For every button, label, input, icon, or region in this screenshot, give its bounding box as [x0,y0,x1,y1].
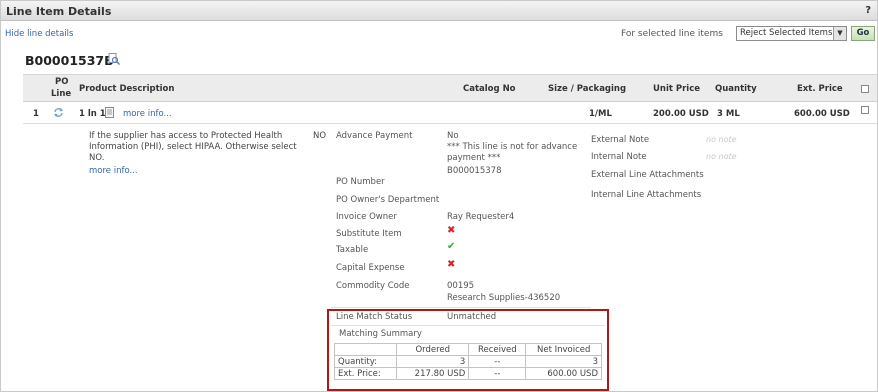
row-ext-price: 600.00 USD [794,109,850,119]
header-ext-price: Ext. Price [797,84,843,94]
po-number-label: PO Number [336,177,385,187]
header-catalog-no: Catalog No [463,84,516,94]
matching-summary-highlight [327,309,609,391]
advance-payment-note: *** This line is not for advance payment… [447,142,578,163]
commodity-code-description: Research Supplies-436520 [447,293,561,303]
table-row: 1 1 ln 1 more info... 1/ML 200.00 USD 3 … [23,104,877,124]
select-all-checkbox[interactable] [861,85,869,93]
substitute-item-cross-icon: ✖ [447,225,456,236]
internal-line-attachments-label[interactable]: Internal Line Attachments [591,190,701,200]
header-unit-price: Unit Price [653,84,701,94]
chevron-down-icon[interactable]: ▼ [833,27,846,40]
row-quantity: 3 ML [717,109,740,119]
capital-expense-label: Capital Expense [336,263,405,273]
header-quantity: Quantity [715,84,757,94]
line-number: 1 ln 1 [79,109,106,119]
panel-titlebar: Line Item Details ? [1,1,877,21]
refresh-icon[interactable] [53,107,64,121]
advance-payment-value: No [447,131,459,141]
line-item-details-panel: Line Item Details ? Hide line details Fo… [0,0,878,392]
more-info-link[interactable]: more info... [123,109,172,119]
panel-title: Line Item Details [6,5,112,18]
taxable-label: Taxable [336,245,369,255]
header-size-packaging: Size / Packaging [548,84,627,94]
external-line-attachments-label[interactable]: External Line Attachments [591,170,704,180]
action-select-value: Reject Selected Items [740,28,833,38]
header-line: Line [51,89,72,99]
po-number-value: B000015378 [447,166,502,176]
external-note-value[interactable]: no note [706,135,737,144]
external-note-label: External Note [591,135,650,145]
commodity-code-value: 00195 [447,281,475,291]
row-unit-price: 200.00 USD [653,109,709,119]
row-index: 1 [33,109,39,119]
action-select[interactable]: Reject Selected Items ▼ [736,26,847,41]
invoice-owner-label: Invoice Owner [336,212,397,222]
custom-field-question: If the supplier has access to Protected … [89,131,297,163]
row-checkbox[interactable] [861,106,869,114]
internal-note-value[interactable]: no note [706,152,737,161]
taxable-check-icon: ✔ [447,241,456,252]
po-owner-department-label: PO Owner's Department [336,195,440,205]
advance-payment-label: Advance Payment [336,131,413,141]
custom-field-answer: NO [313,131,327,141]
magnifier-icon[interactable] [108,53,120,65]
internal-note-label: Internal Note [591,152,647,162]
header-product-description: Product Description [79,84,175,94]
po-number-heading: B00001537B [25,53,114,68]
help-icon[interactable]: ? [865,5,871,16]
divider [331,307,591,308]
invoice-owner-value: Ray Requester4 [447,212,515,222]
line-items-table-header: PO Line Product Description Catalog No S… [23,74,877,102]
document-icon[interactable] [105,107,114,121]
capital-expense-cross-icon: ✖ [447,259,456,270]
row-size: 1/ML [589,109,612,119]
substitute-item-label: Substitute Item [336,229,402,239]
go-button[interactable]: Go [851,26,875,41]
line-toolbar: Hide line details For selected line item… [1,22,877,46]
selected-items-label: For selected line items [621,29,723,39]
description-more-info-link[interactable]: more info... [89,166,138,176]
header-po: PO [55,77,69,87]
hide-line-details-link[interactable]: Hide line details [5,29,73,39]
commodity-code-label: Commodity Code [336,281,410,291]
